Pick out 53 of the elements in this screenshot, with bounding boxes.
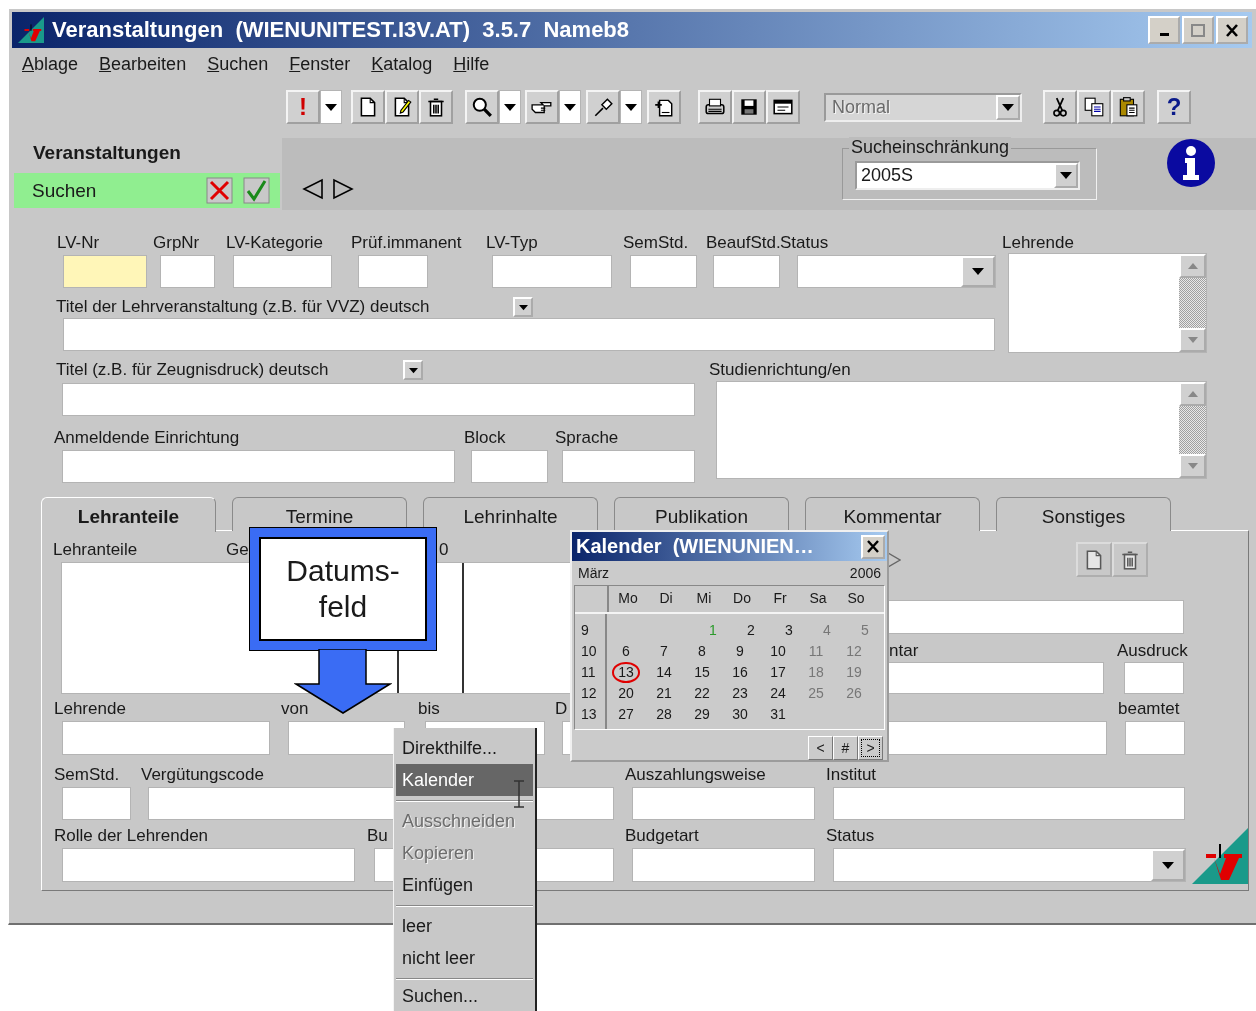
field-label: Anmeldende Einrichtung (54, 428, 240, 448)
column-header: 0 (439, 540, 449, 560)
weekday-header: Fr (772, 589, 788, 609)
field-label: BeaufStd. (706, 233, 781, 253)
field-label: Prüf.immanent (351, 233, 462, 253)
weekday-header: So (846, 589, 866, 609)
window-title: Kalender (WIENUNIEN… (576, 535, 815, 559)
field-label: beamtet (1118, 699, 1180, 719)
week-number: 12 (581, 684, 597, 701)
module-title: Veranstaltungen (32, 141, 182, 165)
field-label: Ausdruck (1117, 641, 1188, 661)
field-label: LV-Nr (57, 233, 100, 253)
field-label: Sprache (555, 428, 619, 448)
field-label: LV-Typ (486, 233, 538, 253)
field-label: Titel (z.B. für Zeugnisdruck) deutsch (56, 360, 329, 380)
week-number: 13 (581, 705, 597, 722)
field-label: D (555, 699, 568, 719)
callout-tooltip: Datums- feld (250, 528, 436, 650)
field-label: Bu (367, 826, 388, 846)
field-label: Studienrichtung/en (709, 360, 851, 380)
weekday-header: Do (732, 589, 752, 609)
field-label: Lehrende (1002, 233, 1074, 253)
field-label: Auszahlungsweise (625, 765, 766, 785)
field-label: GrpNr (153, 233, 200, 253)
weekday-header: Di (658, 589, 674, 609)
field-label: bis (418, 699, 440, 719)
mode-label: Suchen (32, 179, 98, 202)
week-number: 10 (581, 642, 597, 659)
month-label: März (578, 565, 610, 583)
field-label: Status (780, 233, 829, 253)
year-label: 2006 (849, 565, 881, 583)
field-label: Lehrende (54, 699, 126, 719)
column-header: Lehranteile (53, 540, 138, 560)
field-label: SemStd. (54, 765, 120, 785)
week-number: 11 (581, 663, 596, 680)
field-label: Vergütungscode (141, 765, 264, 785)
field-label: Block (464, 428, 506, 448)
week-number: 9 (581, 621, 589, 638)
field-label: Budgetart (625, 826, 699, 846)
field-label: SemStd. (623, 233, 689, 253)
field-label: Institut (826, 765, 877, 785)
field-label: ntar (889, 641, 919, 661)
field-label: Status (826, 826, 875, 846)
group-label: Sucheinschränkung (849, 137, 1012, 157)
column-header: Ge (226, 540, 249, 560)
weekday-header: Sa (808, 589, 828, 609)
window-title: Veranstaltungen (WIENUNITEST.I3V.AT) 3.5.7 Nameb8 (52, 17, 631, 43)
field-label: LV-Kategorie (226, 233, 324, 253)
field-label: Titel der Lehrveranstaltung (z.B. für VVZ) deutsch (56, 297, 430, 317)
weekday-header: Mi (695, 589, 713, 609)
field-label: Rolle der Lehrenden (54, 826, 209, 846)
weekday-header: Mo (617, 589, 639, 609)
field-label: von (281, 699, 309, 719)
